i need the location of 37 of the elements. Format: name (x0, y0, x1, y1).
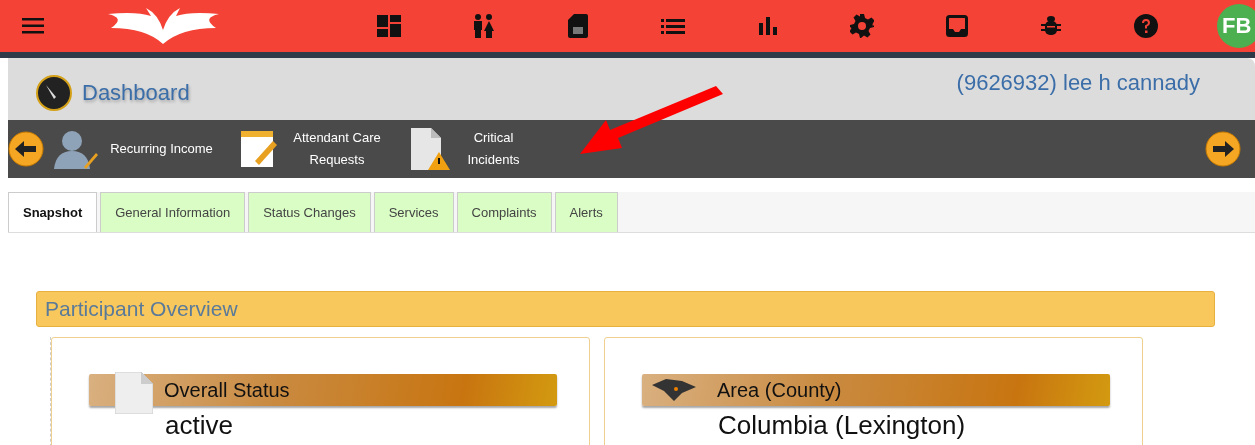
shortcut-link[interactable]: Attendant Care Requests (287, 127, 387, 171)
help-icon (1134, 14, 1158, 38)
document-warning-icon (409, 128, 451, 170)
shortcut-link[interactable]: Recurring Income (108, 138, 215, 160)
settings-icon (850, 14, 875, 38)
toolbar-button[interactable] (943, 13, 970, 39)
notepad-edit-icon (241, 131, 277, 167)
list-icon (660, 18, 685, 34)
inbox-icon (945, 15, 968, 37)
document-icon (115, 372, 153, 414)
shortcut-link[interactable]: Critical Incidents (461, 127, 526, 171)
dashboard-icon (377, 15, 401, 37)
gauge-icon (36, 75, 72, 111)
user-edit-icon (54, 129, 98, 169)
tab[interactable]: Services (373, 192, 454, 232)
toolbar-button[interactable] (376, 13, 402, 39)
panel-title: Participant Overview (36, 291, 1215, 327)
page-title: Dashboard (82, 80, 190, 106)
tab[interactable]: Alerts (554, 192, 618, 232)
tab[interactable]: General Information (100, 192, 246, 232)
bug-icon (1041, 15, 1062, 37)
bar-chart-icon (758, 17, 777, 35)
card-value: Columbia (Lexington) (718, 410, 967, 441)
previous-button[interactable] (8, 131, 44, 167)
tab[interactable]: Status Changes (248, 192, 371, 232)
card-value: active (165, 410, 234, 441)
sim-card-icon (568, 14, 589, 38)
participant-name: (9626932) lee h cannady (956, 70, 1200, 97)
toolbar-button[interactable] (1133, 13, 1159, 39)
toolbar-button[interactable] (849, 13, 876, 39)
tab[interactable]: Snapshot (8, 192, 98, 232)
card-heading: Area (County) (717, 378, 842, 402)
people-icon (472, 14, 495, 38)
card-heading: Overall Status (164, 378, 290, 402)
next-button[interactable] (1205, 131, 1241, 167)
tab[interactable]: Complaints (456, 192, 552, 232)
state-map-icon (652, 379, 696, 401)
